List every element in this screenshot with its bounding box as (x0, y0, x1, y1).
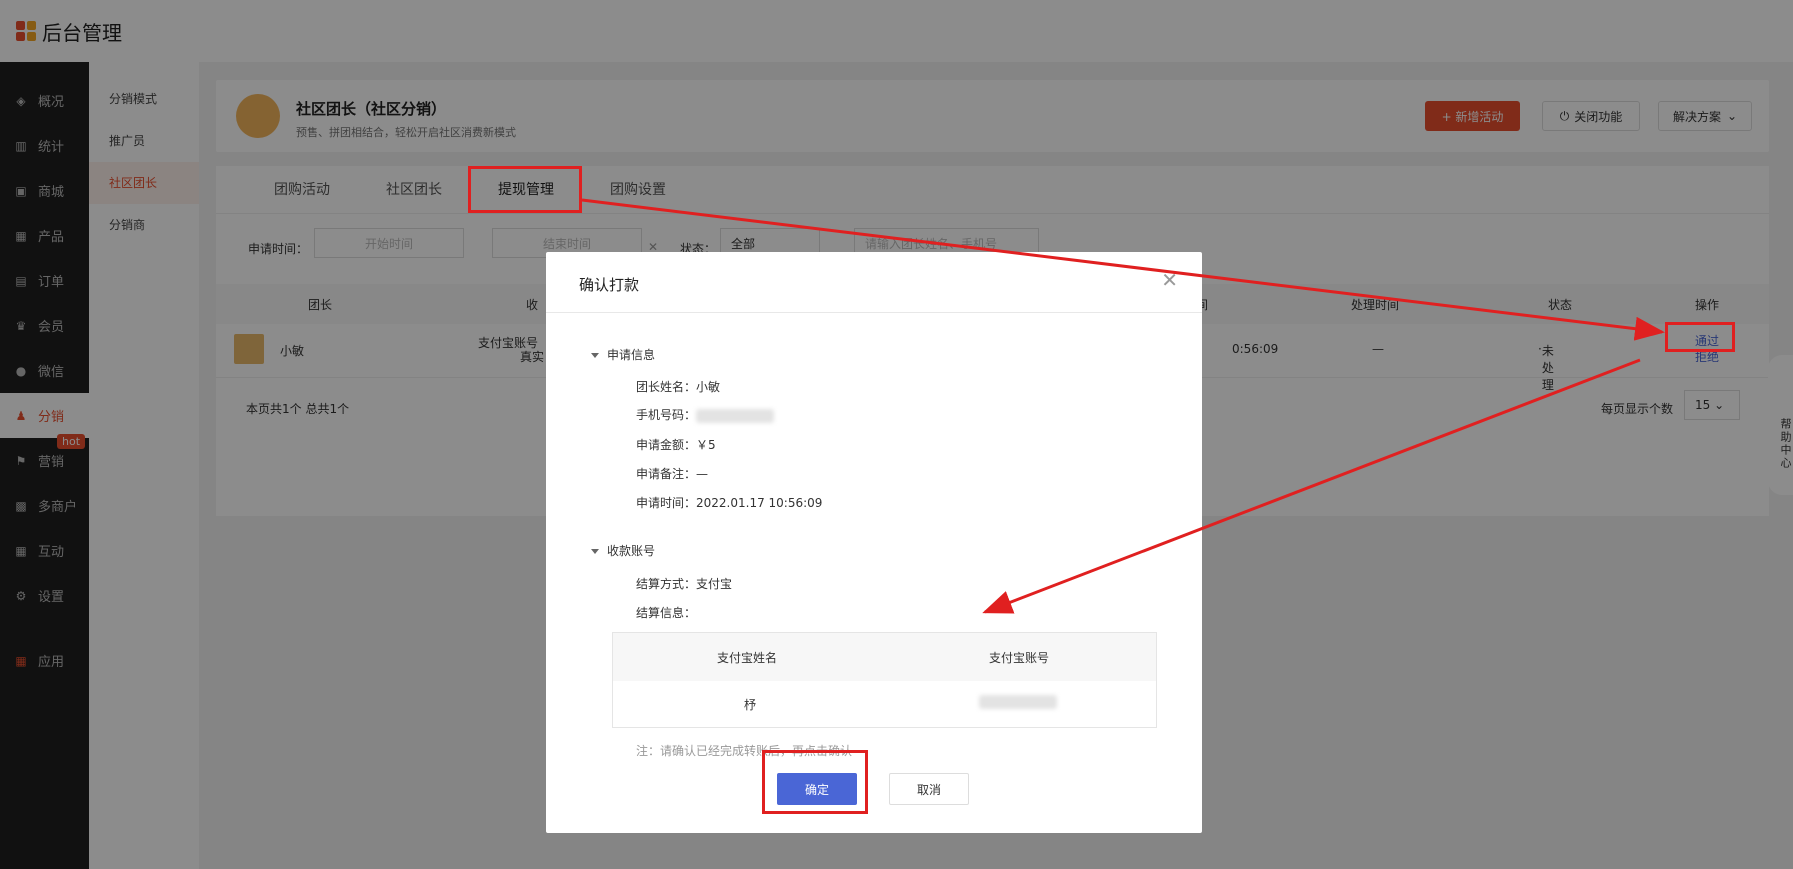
arrow-to-dialog (982, 358, 1641, 614)
annotation-arrows (581, 198, 1665, 614)
arrow-to-approve (581, 198, 1665, 341)
